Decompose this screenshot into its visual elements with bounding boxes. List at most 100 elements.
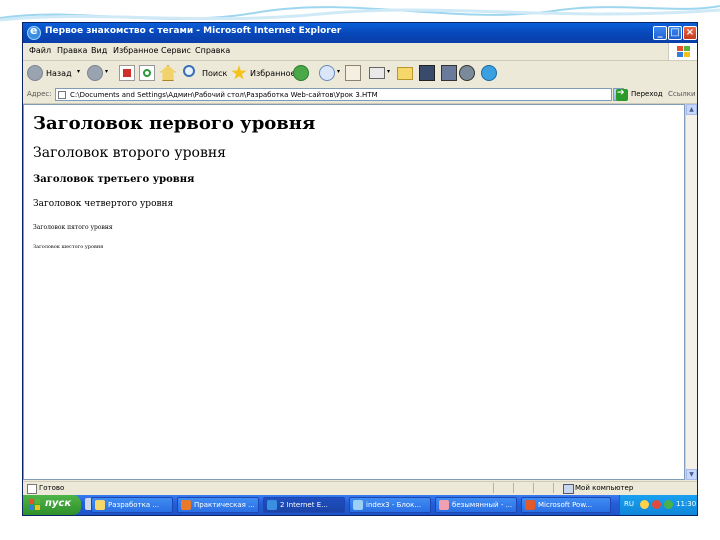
taskbar-item[interactable]: Разработка ... [91,497,173,513]
stop-button[interactable] [119,65,135,83]
media-icon [293,65,309,81]
taskbar-item-label: index3 - Блок... [366,501,422,509]
go-arrow-icon [616,88,628,101]
status-divider [533,483,534,493]
menu-file[interactable]: Файл [29,46,51,55]
folder-icon [95,500,105,510]
links-button[interactable]: Ссылки [668,90,696,98]
taskbar-item[interactable]: безымянный - ... [435,497,517,513]
minimize-button[interactable]: _ [653,26,667,40]
status-divider [553,483,554,493]
tray-icon[interactable] [664,500,673,509]
print-button[interactable] [369,65,385,83]
vertical-scrollbar[interactable]: ▲ ▼ [685,104,697,480]
toolbar-button-k[interactable] [419,65,435,83]
stop-icon [119,65,135,81]
status-text: Готово [39,484,65,492]
favorites-label: Избранное [250,69,296,78]
heading-level-1: Заголовок первого уровня [33,113,316,134]
powerpoint-icon [525,500,535,510]
home-icon [160,65,176,81]
status-divider [513,483,514,493]
menu-help[interactable]: Справка [195,46,230,55]
refresh-button[interactable] [139,65,155,83]
back-label: Назад [46,69,72,78]
history-dropdown-icon[interactable]: ▾ [337,65,345,83]
title-bar[interactable]: Первое знакомство с тегами - Microsoft I… [23,23,697,43]
search-button[interactable]: Поиск [183,65,235,83]
gear-icon [459,65,475,81]
mail-button[interactable] [345,65,361,83]
taskbar-item-label: Microsoft Pow... [538,501,593,509]
powerpoint-icon [181,500,191,510]
menu-favorites[interactable]: Избранное [113,46,158,55]
history-button[interactable] [319,65,335,83]
media-button[interactable] [293,65,309,83]
taskbar-item-label: Разработка ... [108,501,160,509]
heading-level-5: Заголовок пятого уровня [33,224,113,231]
toolbar: Назад ▾ ▾ Поиск Избранное ▾ ▾ [23,61,697,88]
scroll-up-icon[interactable]: ▲ [686,104,697,115]
taskbar-item-label: безымянный - ... [452,501,513,509]
folder-icon [397,67,413,80]
menu-view[interactable]: Вид [91,46,107,55]
tool-icon [419,65,435,81]
start-button[interactable]: пуск [23,495,81,515]
messenger-button[interactable] [481,65,497,83]
back-dropdown-icon[interactable]: ▾ [77,65,85,83]
taskbar-item[interactable]: 2 Internet E... [263,497,345,513]
go-label: Переход [631,90,663,98]
back-button[interactable]: Назад [27,65,77,83]
folder-button[interactable] [397,65,413,83]
windows-start-icon [29,499,41,511]
taskbar: пуск Разработка ... Практическая ... 2 I… [23,495,697,515]
star-icon [231,65,247,80]
address-input[interactable]: C:\Documents and Settings\Админ\Рабочий … [55,88,612,101]
decorative-swoosh [0,5,720,22]
forward-dropdown-icon[interactable]: ▾ [105,65,113,83]
address-value: C:\Documents and Settings\Админ\Рабочий … [70,91,378,99]
scroll-down-icon[interactable]: ▼ [686,469,697,480]
print-icon [369,67,385,79]
heading-level-6: Заголовок шестого уровня [33,244,104,250]
heading-level-2: Заголовок второго уровня [33,145,226,161]
paint-icon [439,500,449,510]
close-button[interactable]: × [683,26,697,40]
heading-level-3: Заголовок третьего уровня [33,174,195,185]
menu-edit[interactable]: Правка [57,46,87,55]
home-button[interactable] [160,65,176,83]
edit-dropdown-icon[interactable]: ▾ [387,65,395,83]
heading-level-4: Заголовок четвертого уровня [33,199,174,209]
messenger-icon [481,65,497,81]
favorites-button[interactable]: Избранное [231,65,295,83]
toolbar-button-research[interactable] [441,65,457,83]
status-bar: Готово Мой компьютер [23,481,697,495]
system-tray: RU 11:30 [619,495,697,515]
mail-icon [345,65,361,81]
taskbar-item-label: Практическая ... [194,501,255,509]
language-indicator[interactable]: RU [624,500,634,508]
search-label: Поиск [202,69,228,78]
go-button[interactable]: Переход [616,88,663,102]
address-bar: Адрес: C:\Documents and Settings\Админ\Р… [23,87,697,104]
menu-tools[interactable]: Сервис [161,46,191,55]
history-icon [319,65,335,81]
ie-window: Первое знакомство с тегами - Microsoft I… [22,22,698,516]
forward-button[interactable] [87,65,103,83]
taskbar-item[interactable]: index3 - Блок... [349,497,431,513]
toolbar-button-gear[interactable] [459,65,475,83]
taskbar-item[interactable]: Microsoft Pow... [521,497,611,513]
windows-logo-icon [668,43,697,60]
tray-icon[interactable] [640,500,649,509]
status-zone: Мой компьютер [575,484,634,492]
computer-icon [563,484,574,494]
maximize-button[interactable]: □ [668,26,682,40]
window-title: Первое знакомство с тегами - Microsoft I… [45,26,342,36]
tray-icon[interactable] [652,500,661,509]
research-icon [441,65,457,81]
clock: 11:30 [676,500,697,508]
internet-explorer-icon [267,500,277,510]
menu-bar: Файл Правка Вид Избранное Сервис Справка [23,43,697,61]
taskbar-item[interactable]: Практическая ... [177,497,259,513]
forward-arrow-icon [87,65,103,81]
